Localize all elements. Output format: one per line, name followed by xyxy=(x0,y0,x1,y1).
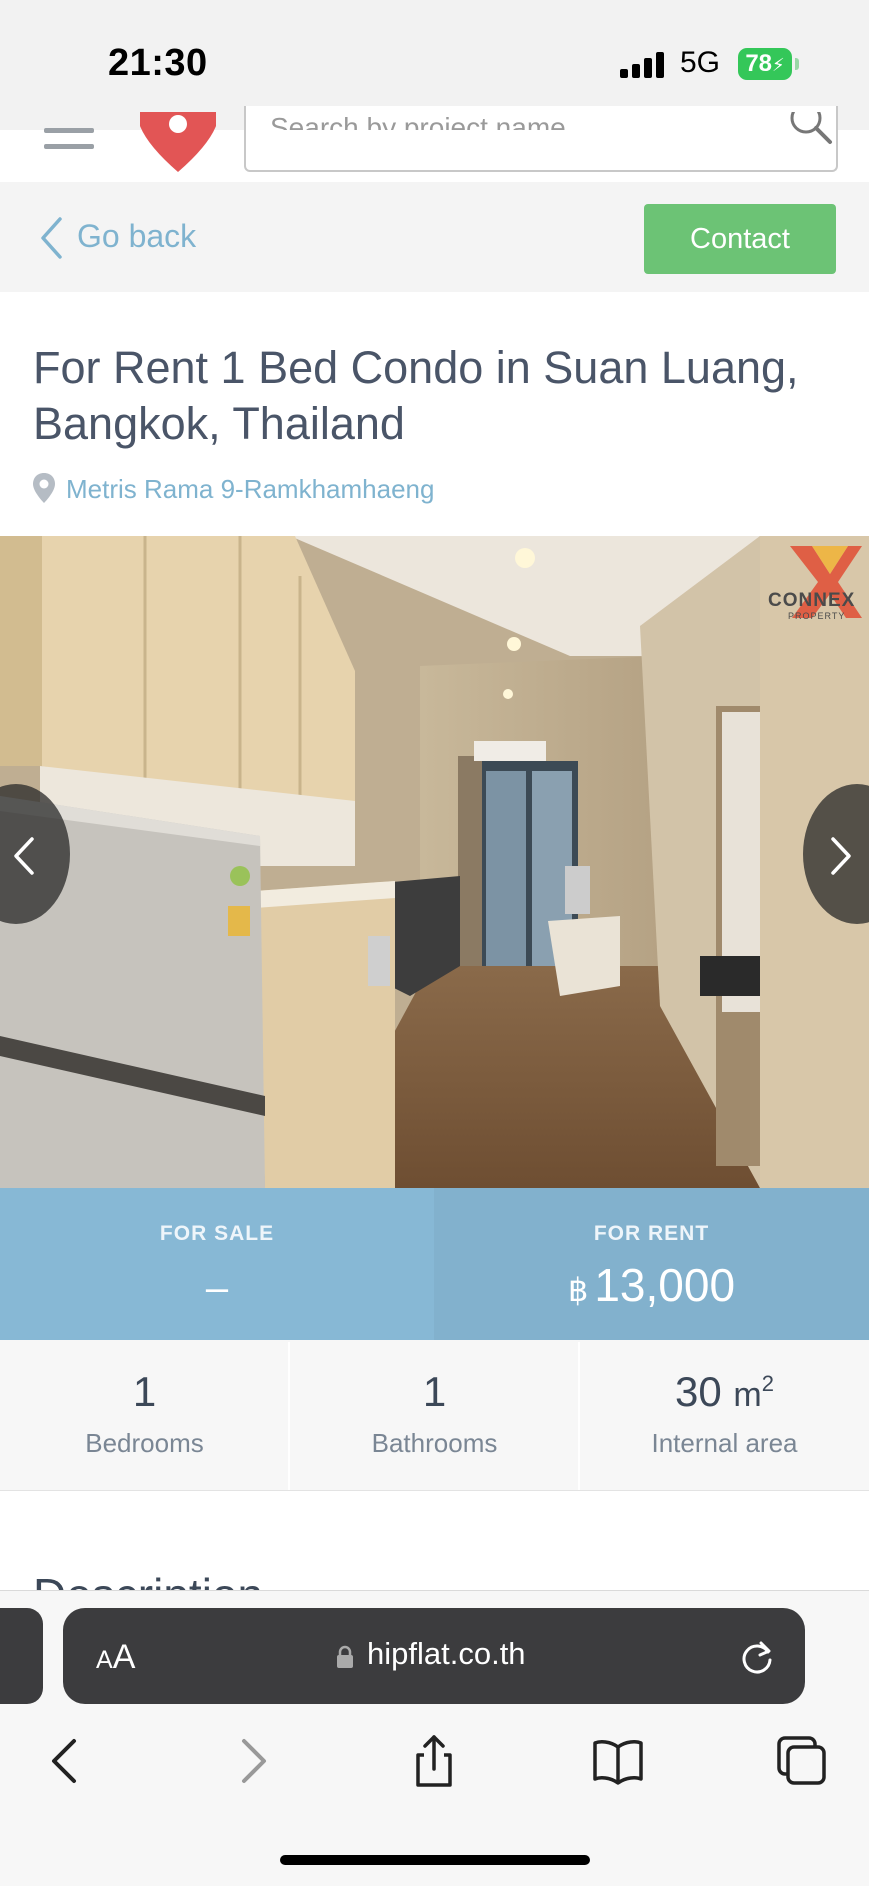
tabs-icon[interactable] xyxy=(776,1735,828,1787)
internal-area-value: 30 m2 xyxy=(675,1368,774,1415)
bathrooms-value: 1 xyxy=(422,1368,447,1415)
signal-icon xyxy=(620,52,664,78)
chevron-left-icon xyxy=(14,837,34,875)
rent-amount: 13,000 xyxy=(594,1259,736,1311)
status-time: 21:30 xyxy=(108,42,208,84)
bookmarks-icon[interactable] xyxy=(592,1735,644,1787)
reload-icon[interactable] xyxy=(738,1638,776,1676)
back-arrow-icon[interactable] xyxy=(40,1735,92,1787)
listing-photo[interactable]: CONNEX PROPERTY xyxy=(0,536,869,1188)
share-icon[interactable] xyxy=(408,1735,460,1787)
bedrooms-label: Bedrooms xyxy=(85,1428,204,1458)
listing-title: For Rent 1 Bed Condo in Suan Luang, Bang… xyxy=(33,342,799,449)
bedrooms-value: 1 xyxy=(132,1368,157,1415)
stat-divider xyxy=(288,1342,290,1490)
location-pin-icon xyxy=(33,473,55,503)
contact-button[interactable]: Contact xyxy=(644,204,836,274)
hipflat-logo-icon[interactable] xyxy=(138,112,218,174)
hamburger-menu-icon[interactable] xyxy=(44,128,94,160)
url-text[interactable]: hipflat.co.th xyxy=(367,1636,526,1672)
search-icon[interactable] xyxy=(790,112,836,158)
for-sale-label: FOR SALE xyxy=(159,1222,275,1245)
for-rent-value: ฿ 13,000 xyxy=(434,1258,869,1312)
lock-icon xyxy=(337,1645,353,1668)
battery-nub xyxy=(795,58,799,70)
for-sale-value: – xyxy=(205,1266,229,1310)
text-size-button[interactable]: AA xyxy=(96,1638,135,1677)
for-sale-panel: FOR SALE xyxy=(0,1188,434,1340)
chevron-right-icon xyxy=(831,837,851,875)
photo-watermark-subtext: PROPERTY xyxy=(788,611,846,621)
project-link[interactable]: Metris Rama 9-Ramkhamhaeng xyxy=(66,474,434,505)
forward-arrow-icon[interactable] xyxy=(226,1735,278,1787)
network-type: 5G xyxy=(680,46,721,79)
baht-symbol: ฿ xyxy=(567,1272,589,1308)
go-back-link[interactable]: Go back xyxy=(77,218,196,255)
battery-icon: 78⚡ xyxy=(738,48,792,80)
previous-tab[interactable] xyxy=(0,1608,43,1704)
for-rent-label: FOR RENT xyxy=(593,1222,710,1245)
photo-watermark-text: CONNEX xyxy=(768,590,856,611)
stat-divider xyxy=(578,1342,580,1490)
bathrooms-label: Bathrooms xyxy=(371,1428,498,1458)
internal-area-label: Internal area xyxy=(651,1428,798,1458)
chevron-left-icon[interactable] xyxy=(38,216,64,260)
home-indicator xyxy=(280,1855,590,1865)
battery-level: 78 xyxy=(745,50,773,77)
